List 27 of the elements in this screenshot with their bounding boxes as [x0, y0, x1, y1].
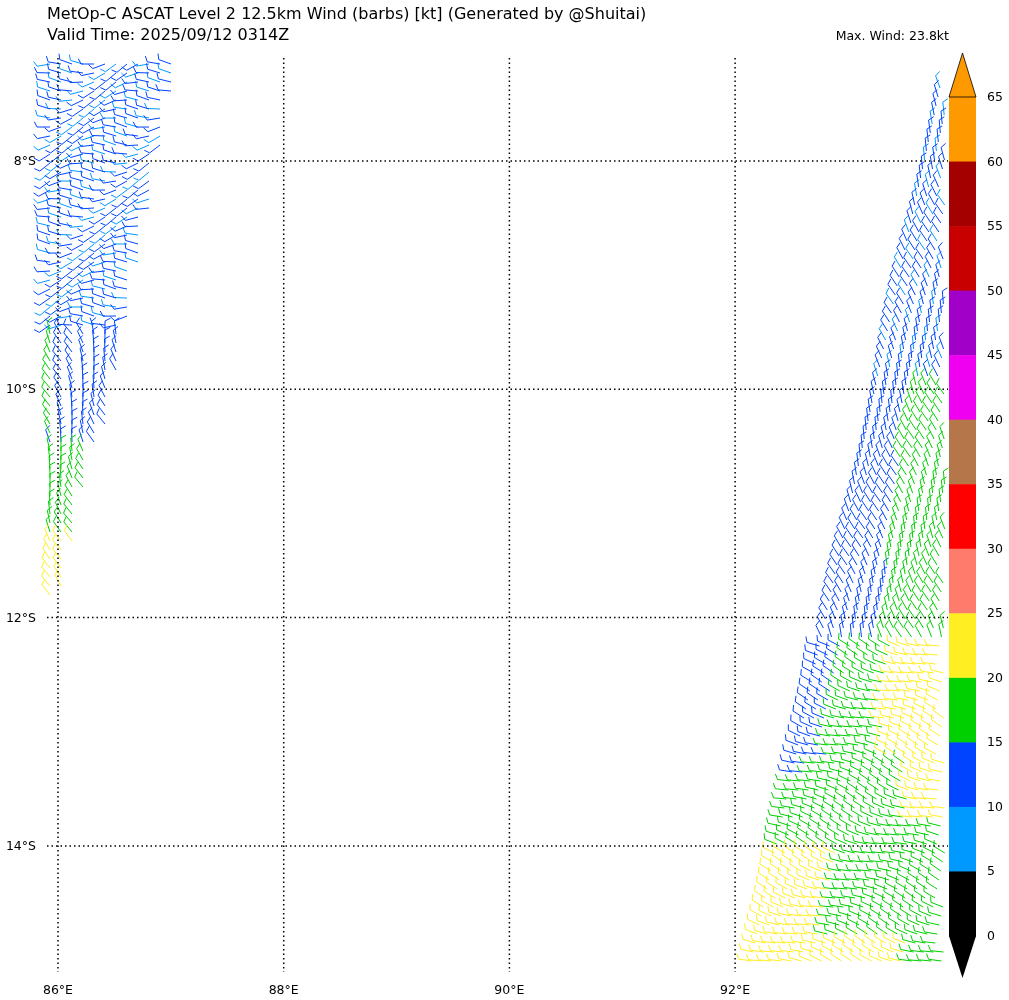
longitude-label: 88°E	[268, 982, 299, 997]
colorbar-tick-label: 0	[987, 928, 995, 943]
colorbar-tick-label: 35	[987, 476, 1003, 492]
colorbar-tick-label: 15	[987, 734, 1003, 750]
colorbar-tick-label: 20	[987, 669, 1003, 685]
colorbar-tick-label: 40	[987, 411, 1003, 427]
chart-title: MetOp-C ASCAT Level 2 12.5km Wind (barbs) [kt] (Generated by @Shuitai)	[47, 4, 647, 23]
colorbar-bottom-arrow	[949, 936, 976, 978]
valid-time: Valid Time: 2025/09/12 0314Z	[47, 25, 290, 44]
latitude-label: 10°S	[5, 381, 36, 397]
colorbar-tick-label: 25	[987, 605, 1003, 621]
colorbar-tick-label: 50	[987, 282, 1003, 298]
latitude-label: 14°S	[5, 837, 36, 853]
longitude-label: 90°E	[494, 982, 525, 997]
colorbar-top-arrow	[948, 52, 977, 98]
max-wind: Max. Wind: 23.8kt	[835, 28, 949, 43]
colorbar-tick-label: 45	[987, 347, 1003, 363]
latitude-label: 8°S	[13, 153, 36, 168]
colorbar-tick-label: 65	[987, 89, 1003, 104]
latitude-label: 12°S	[5, 609, 36, 625]
colorbar-tick-label: 55	[987, 218, 1003, 234]
colorbar-tick-label: 10	[987, 798, 1003, 814]
colorbar-tick-label: 5	[987, 863, 995, 879]
longitude-label: 86°E	[42, 982, 74, 997]
longitude-label: 92°E	[720, 982, 751, 997]
colorbar-tick-label: 30	[987, 540, 1003, 556]
colorbar-tick-label: 60	[987, 153, 1003, 169]
